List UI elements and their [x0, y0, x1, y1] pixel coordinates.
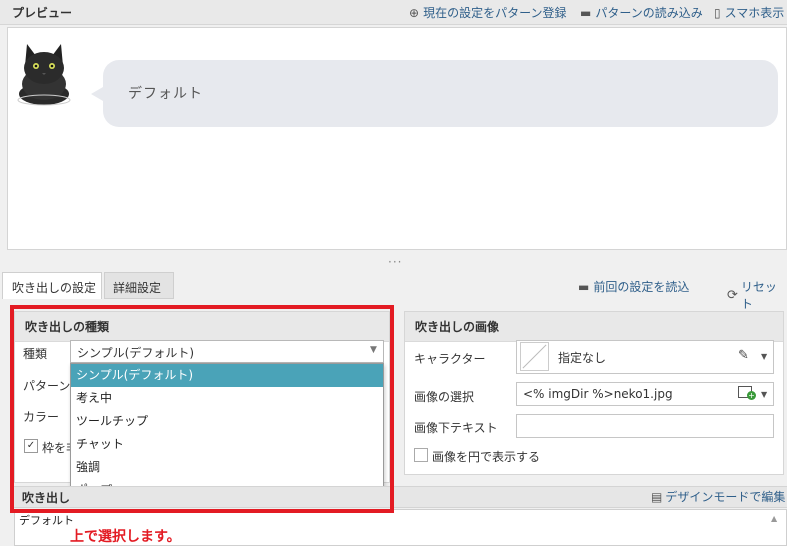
character-label: キャラクター — [414, 352, 486, 366]
tab-balloon-settings[interactable]: 吹き出しの設定 — [2, 272, 102, 299]
tab-detail-settings[interactable]: 詳細設定 — [104, 272, 174, 299]
image-select-field[interactable]: <% imgDir %>neko1.jpg — [516, 382, 774, 406]
bubble-text: デフォルト — [128, 86, 203, 102]
reset-label: リセット — [740, 280, 777, 311]
scroll-up-icon[interactable]: ▲ — [771, 514, 777, 523]
circle-image-checkbox[interactable] — [414, 448, 428, 462]
design-mode-label: デザインモードで編集 — [665, 490, 786, 504]
highlight-box — [10, 305, 394, 513]
preview-title: プレビュー — [12, 6, 73, 20]
folder-icon: ▬ — [580, 5, 592, 20]
chevron-down-icon: ▼ — [761, 390, 768, 399]
plus-icon: + — [747, 391, 756, 400]
folder-icon: ▬ — [578, 279, 590, 294]
edit-icon: ▤ — [651, 489, 663, 504]
chevron-down-icon: ▼ — [761, 352, 768, 361]
plus-circle-icon: ⊕ — [409, 5, 420, 20]
cat-avatar — [17, 44, 71, 106]
resize-grip[interactable]: ··· — [388, 255, 402, 269]
bubble-tail — [91, 87, 103, 101]
speech-bubble — [103, 60, 778, 127]
circle-image-label: 画像を円で表示する — [432, 450, 541, 464]
image-select-label: 画像の選択 — [414, 390, 475, 404]
load-last-settings-link[interactable]: ▬ 前回の設定を読込 — [578, 278, 689, 295]
mobile-view-label: スマホ表示 — [724, 6, 785, 20]
design-mode-link[interactable]: ▤ デザインモードで編集 — [651, 488, 785, 505]
caption-label: 画像下テキスト — [414, 421, 498, 435]
register-pattern-label: 現在の設定をパターン登録 — [423, 6, 567, 20]
load-pattern-link[interactable]: ▬ パターンの読み込み — [580, 4, 703, 21]
character-thumbnail — [520, 342, 549, 371]
load-pattern-label: パターンの読み込み — [595, 6, 703, 20]
balloon-image-title: 吹き出しの画像 — [405, 312, 783, 342]
caption-input[interactable] — [516, 414, 774, 438]
load-last-label: 前回の設定を読込 — [593, 280, 690, 294]
smartphone-icon: ▯ — [714, 5, 721, 20]
pencil-icon[interactable]: ✎ — [738, 348, 749, 363]
character-value: 指定なし — [558, 351, 607, 365]
mobile-view-link[interactable]: ▯ スマホ表示 — [714, 4, 784, 21]
refresh-icon: ⟳ — [727, 287, 738, 303]
reset-link[interactable]: ⟳ リセット — [727, 278, 787, 312]
annotation-text: 上で選択します。 — [70, 529, 181, 545]
register-pattern-link[interactable]: ⊕ 現在の設定をパターン登録 — [409, 4, 566, 21]
balloon-text-value: デフォルト — [19, 514, 74, 527]
character-select[interactable] — [516, 340, 774, 374]
